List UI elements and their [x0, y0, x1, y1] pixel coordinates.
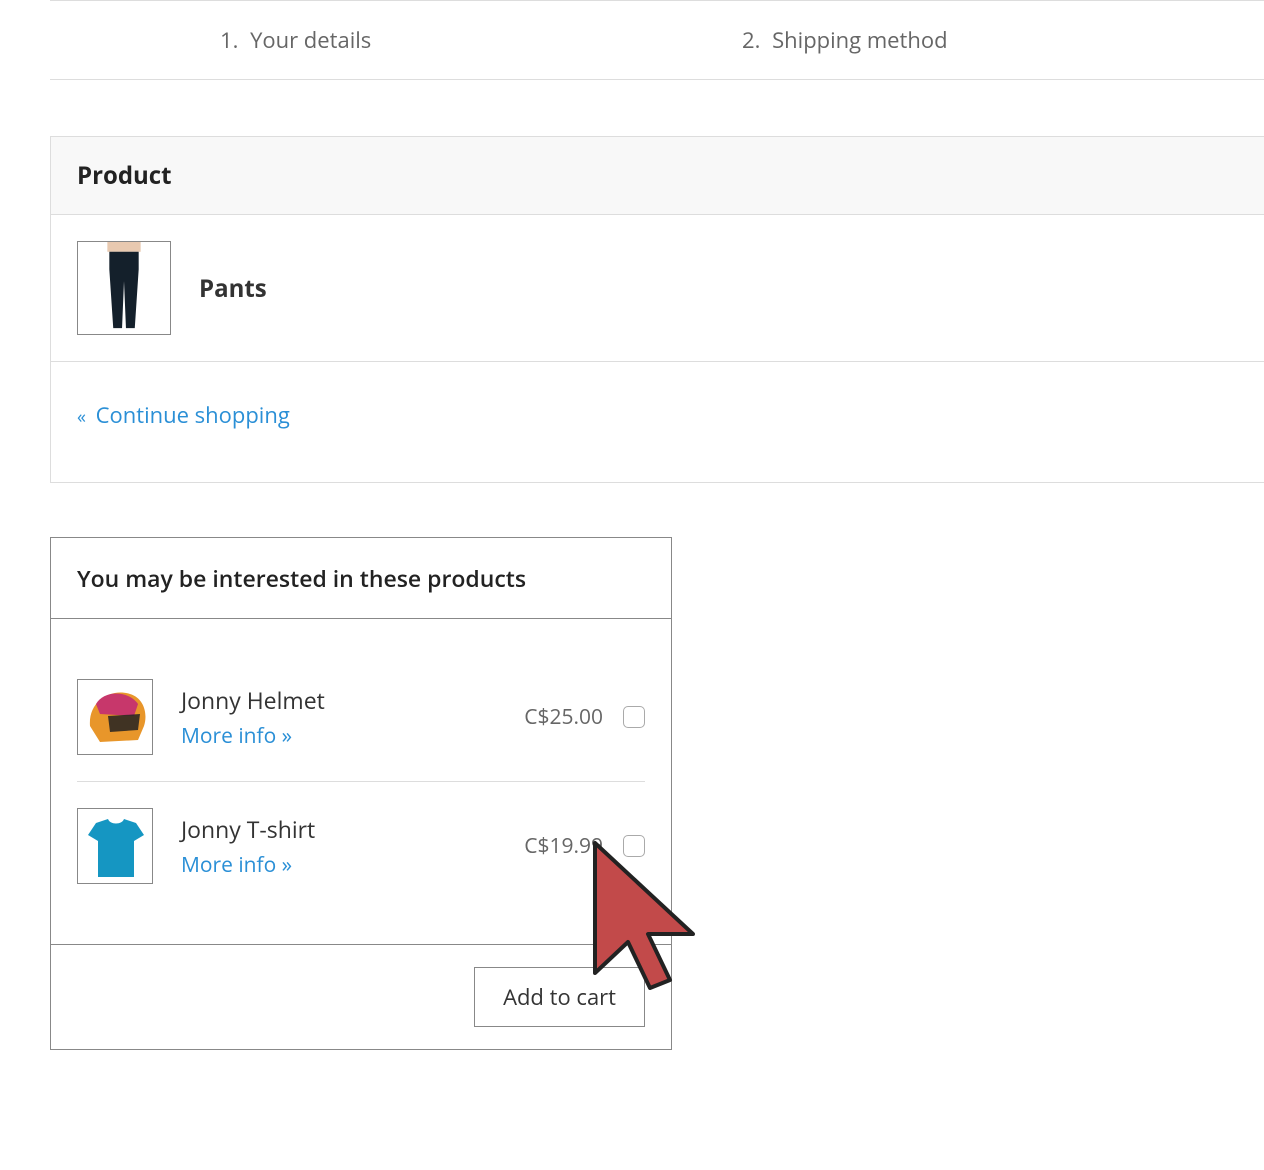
product-name: Pants — [199, 272, 267, 305]
continue-shopping-label: Continue shopping — [96, 400, 290, 430]
product-thumbnail-pants[interactable] — [77, 241, 171, 335]
product-thumbnail-tshirt[interactable] — [77, 808, 153, 884]
cart-column-product: Product — [51, 137, 1264, 215]
upsell-select-checkbox[interactable] — [623, 835, 645, 857]
cart-table: Product Pants « Continue shopping — [50, 136, 1264, 483]
product-thumbnail-helmet[interactable] — [77, 679, 153, 755]
upsell-product-name: Jonny T-shirt — [181, 813, 524, 845]
cart-item-row: Pants — [51, 215, 1264, 362]
chevron-left-icon: « — [77, 405, 86, 429]
upsell-product-name: Jonny Helmet — [181, 684, 524, 716]
step-number: 1. — [220, 25, 238, 55]
upsell-item: Jonny Helmet More info » C$25.00 — [77, 653, 645, 781]
add-to-cart-button[interactable]: Add to cart — [474, 967, 645, 1027]
upsell-select-checkbox[interactable] — [623, 706, 645, 728]
upsell-product-price: C$19.99 — [524, 832, 603, 860]
checkout-steps: 1. Your details 2. Shipping method — [50, 0, 1264, 80]
step-shipping-method[interactable]: 2. Shipping method — [742, 25, 1264, 55]
step-your-details[interactable]: 1. Your details — [50, 25, 742, 55]
upsell-product-price: C$25.00 — [524, 703, 603, 731]
tshirt-icon — [78, 809, 153, 884]
step-label: Your details — [250, 25, 371, 55]
helmet-icon — [78, 680, 153, 755]
upsell-title: You may be interested in these products — [51, 538, 671, 619]
step-number: 2. — [742, 25, 760, 55]
more-info-link[interactable]: More info » — [181, 722, 524, 750]
more-info-link[interactable]: More info » — [181, 851, 524, 879]
upsell-panel: You may be interested in these products … — [50, 537, 672, 1050]
step-label: Shipping method — [772, 25, 947, 55]
upsell-item: Jonny T-shirt More info » C$19.99 — [77, 781, 645, 910]
continue-shopping-link[interactable]: « Continue shopping — [77, 400, 290, 430]
pants-icon — [78, 242, 170, 334]
